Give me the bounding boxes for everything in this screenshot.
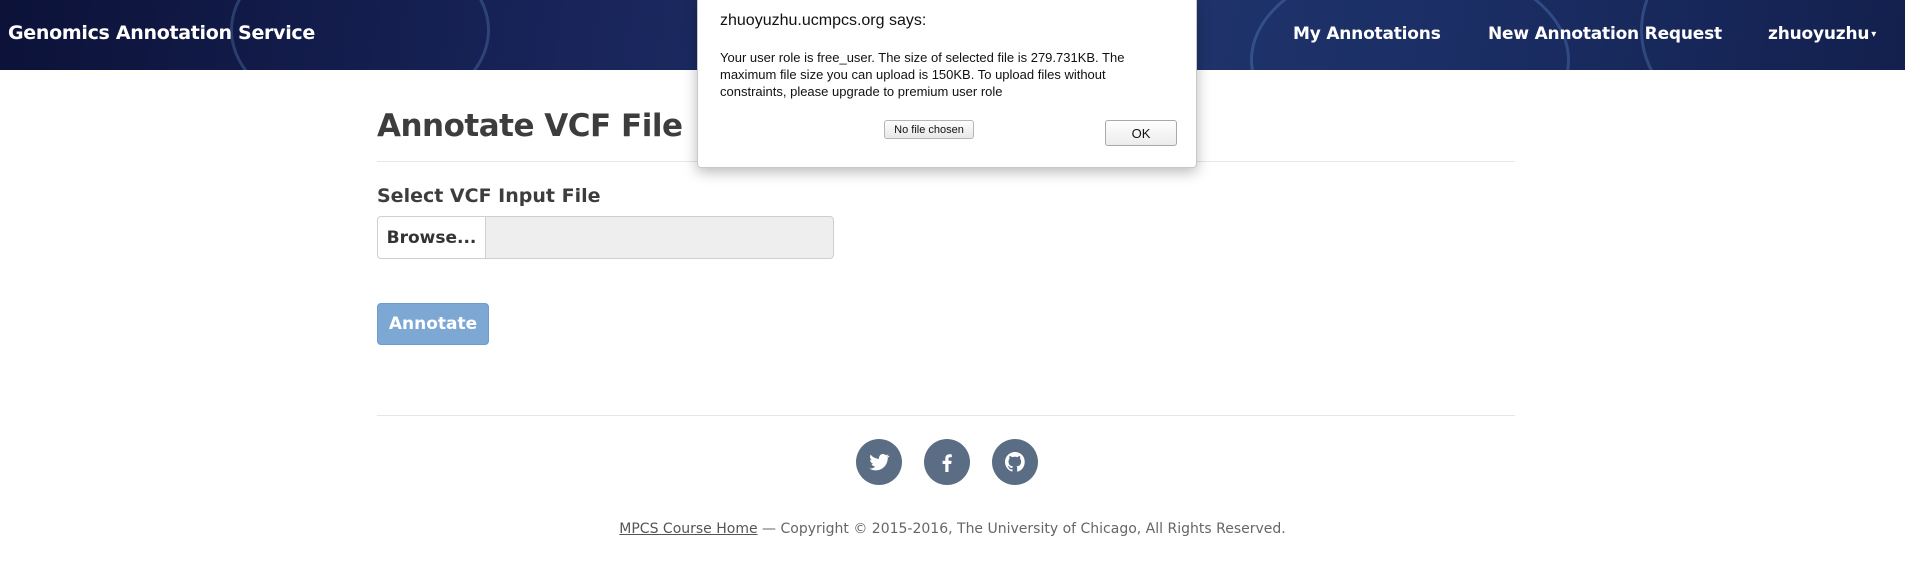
browse-button[interactable]: Browse... [377, 216, 486, 259]
footer: MPCS Course Home — Copyright © 2015-2016… [0, 521, 1905, 537]
dialog-title: zhuoyuzhu.ucmpcs.org says: [720, 12, 927, 29]
caret-down-icon: ▾ [1871, 29, 1877, 40]
nav-my-annotations[interactable]: My Annotations [1293, 24, 1441, 44]
facebook-link[interactable] [924, 439, 970, 485]
selected-file-field [486, 216, 834, 259]
user-menu-label: zhuoyuzhu [1768, 24, 1870, 44]
github-icon [1005, 452, 1025, 472]
divider [377, 415, 1515, 416]
brand-link[interactable]: Genomics Annotation Service [8, 22, 315, 44]
annotate-button[interactable]: Annotate [377, 303, 489, 345]
alert-dialog: zhuoyuzhu.ucmpcs.org says: Your user rol… [697, 0, 1197, 168]
dialog-message: Your user role is free_user. The size of… [720, 50, 1125, 99]
twitter-link[interactable] [856, 439, 902, 485]
twitter-icon [869, 454, 890, 471]
copyright-text: — Copyright © 2015-2016, The University … [757, 521, 1286, 537]
mpcs-course-home-link[interactable]: MPCS Course Home [619, 521, 757, 537]
page-title: Annotate VCF File [377, 108, 683, 144]
no-file-chosen-button[interactable]: No file chosen [884, 120, 974, 139]
ok-button[interactable]: OK [1105, 120, 1177, 146]
facebook-icon [942, 454, 952, 472]
user-menu[interactable]: zhuoyuzhu ▾ [1768, 24, 1876, 44]
nav-new-annotation-request[interactable]: New Annotation Request [1488, 24, 1722, 44]
file-input-label: Select VCF Input File [377, 185, 601, 207]
github-link[interactable] [992, 439, 1038, 485]
